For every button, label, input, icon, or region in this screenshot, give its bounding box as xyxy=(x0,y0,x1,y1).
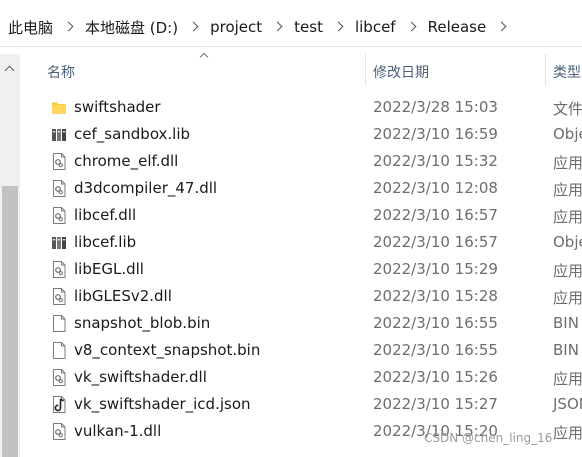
file-type: BIN xyxy=(553,314,579,332)
column-header-name[interactable]: 名称 xyxy=(47,62,75,82)
file-name: libcef.dll xyxy=(74,206,137,224)
file-modified-date: 2022/3/10 16:57 xyxy=(373,206,498,224)
file-modified-date: 2022/3/28 15:03 xyxy=(373,98,498,116)
chevron-right-icon[interactable] xyxy=(274,21,282,33)
chevron-right-icon[interactable] xyxy=(498,21,506,33)
vertical-scrollbar[interactable] xyxy=(0,54,20,457)
file-row[interactable]: libEGL.dll 2022/3/10 15:29 应用 xyxy=(20,256,582,283)
chevron-right-icon[interactable] xyxy=(335,21,343,33)
file-name: libcef.lib xyxy=(74,233,137,251)
file-name: cef_sandbox.lib xyxy=(74,125,191,143)
file-type: 应用 xyxy=(553,154,582,172)
blank-file-icon xyxy=(51,315,67,332)
file-type: 应用 xyxy=(553,262,582,280)
file-modified-date: 2022/3/10 15:28 xyxy=(373,287,498,305)
file-explorer-window: 此电脑 本地磁盘 (D:) project test libcef Releas… xyxy=(0,0,582,457)
file-name: d3dcompiler_47.dll xyxy=(74,179,218,197)
file-modified-date: 2022/3/10 15:29 xyxy=(373,260,498,278)
file-name: vulkan-1.dll xyxy=(74,422,162,440)
file-modified-date: 2022/3/10 15:27 xyxy=(373,395,498,413)
file-name: vk_swiftshader.dll xyxy=(74,368,207,386)
file-modified-date: 2022/3/10 16:55 xyxy=(373,341,498,359)
breadcrumb-test[interactable]: test xyxy=(292,18,325,36)
file-modified-date: 2022/3/10 15:32 xyxy=(373,152,498,170)
file-list: swiftshader 2022/3/28 15:03 文件 cef_sandbox.… xyxy=(20,94,582,445)
file-row[interactable]: libcef.lib 2022/3/10 16:57 Obje xyxy=(20,229,582,256)
chevron-right-icon[interactable] xyxy=(65,21,73,33)
scroll-up-arrow-icon[interactable] xyxy=(5,64,14,73)
file-name: chrome_elf.dll xyxy=(74,152,179,170)
column-header-type[interactable]: 类型 xyxy=(553,62,581,82)
column-divider[interactable] xyxy=(545,54,546,86)
breadcrumb-local-disk[interactable]: 本地磁盘 (D:) xyxy=(83,17,180,38)
dll-file-icon xyxy=(51,369,67,386)
library-file-icon xyxy=(51,126,67,143)
file-name: swiftshader xyxy=(74,98,161,116)
dll-file-icon xyxy=(51,423,67,440)
breadcrumb-release[interactable]: Release xyxy=(426,18,489,36)
file-row[interactable]: cef_sandbox.lib 2022/3/10 16:59 Obje xyxy=(20,121,582,148)
dll-file-icon xyxy=(51,153,67,170)
file-name: libEGL.dll xyxy=(74,260,144,278)
file-type: 应用 xyxy=(553,289,582,307)
sort-ascending-icon xyxy=(200,51,208,59)
blank-file-icon xyxy=(51,342,67,359)
file-modified-date: 2022/3/10 12:08 xyxy=(373,179,498,197)
file-type: 应用 xyxy=(553,370,582,388)
folder-icon xyxy=(51,99,67,116)
breadcrumb-divider xyxy=(0,46,582,47)
dll-file-icon xyxy=(51,261,67,278)
dll-file-icon xyxy=(51,207,67,224)
file-row[interactable]: swiftshader 2022/3/28 15:03 文件 xyxy=(20,94,582,121)
file-type: JSON xyxy=(553,395,582,413)
file-type: 应用 xyxy=(553,208,582,226)
watermark: CSDN @chen_ling_16 xyxy=(424,431,553,445)
file-modified-date: 2022/3/10 16:59 xyxy=(373,125,498,143)
library-file-icon xyxy=(51,234,67,251)
file-name: vk_swiftshader_icd.json xyxy=(74,395,251,413)
column-header: 名称 修改日期 类型 xyxy=(20,54,582,86)
file-name: libGLESv2.dll xyxy=(74,287,172,305)
file-type: Obje xyxy=(553,125,582,143)
file-type: Obje xyxy=(553,233,582,251)
file-row[interactable]: vk_swiftshader.dll 2022/3/10 15:26 应用 xyxy=(20,364,582,391)
chevron-right-icon[interactable] xyxy=(190,21,198,33)
file-row[interactable]: libcef.dll 2022/3/10 16:57 应用 xyxy=(20,202,582,229)
json-file-icon xyxy=(51,396,67,413)
dll-file-icon xyxy=(51,180,67,197)
breadcrumb-this-pc[interactable]: 此电脑 xyxy=(0,17,55,38)
file-name: snapshot_blob.bin xyxy=(74,314,211,332)
file-modified-date: 2022/3/10 16:55 xyxy=(373,314,498,332)
dll-file-icon xyxy=(51,288,67,305)
file-row[interactable]: v8_context_snapshot.bin 2022/3/10 16:55 BI… xyxy=(20,337,582,364)
file-type: BIN xyxy=(553,341,579,359)
file-modified-date: 2022/3/10 15:26 xyxy=(373,368,498,386)
breadcrumb-project[interactable]: project xyxy=(208,18,264,36)
column-divider[interactable] xyxy=(365,54,366,86)
file-type: 文件 xyxy=(553,100,582,118)
file-type: 应用 xyxy=(553,424,582,442)
breadcrumb-libcef[interactable]: libcef xyxy=(353,18,398,36)
chevron-right-icon[interactable] xyxy=(408,21,416,33)
column-header-date[interactable]: 修改日期 xyxy=(373,62,429,82)
scrollbar-thumb[interactable] xyxy=(2,186,18,457)
file-modified-date: 2022/3/10 16:57 xyxy=(373,233,498,251)
file-name: v8_context_snapshot.bin xyxy=(74,341,261,359)
file-row[interactable]: d3dcompiler_47.dll 2022/3/10 12:08 应用 xyxy=(20,175,582,202)
file-row[interactable]: vk_swiftshader_icd.json 2022/3/10 15:27 JS… xyxy=(20,391,582,418)
file-type: 应用 xyxy=(553,181,582,199)
file-row[interactable]: snapshot_blob.bin 2022/3/10 16:55 BIN xyxy=(20,310,582,337)
file-row[interactable]: libGLESv2.dll 2022/3/10 15:28 应用 xyxy=(20,283,582,310)
file-row[interactable]: chrome_elf.dll 2022/3/10 15:32 应用 xyxy=(20,148,582,175)
